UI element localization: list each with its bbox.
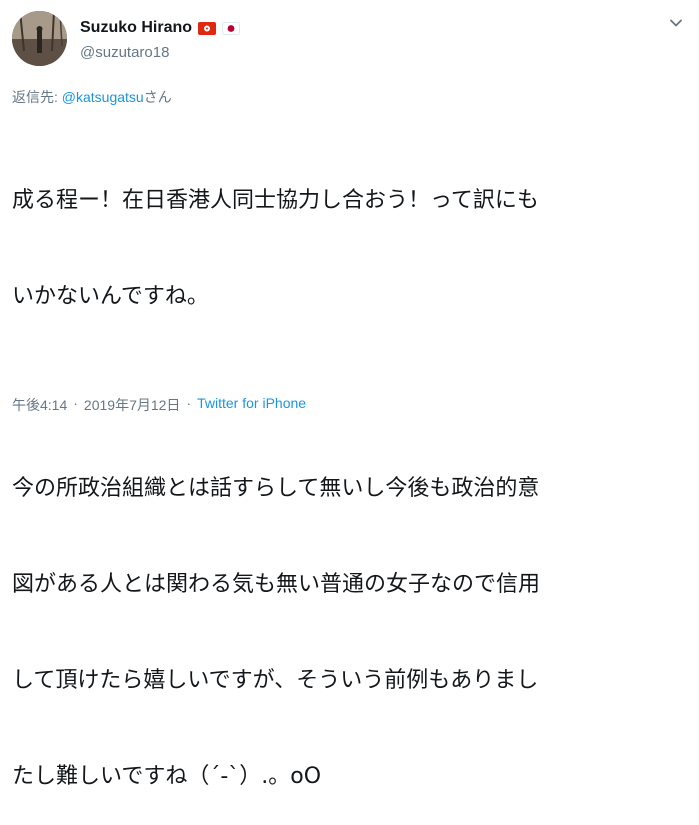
meta-separator: · <box>186 395 192 411</box>
name-row: Suzuko Hirano <box>80 19 241 37</box>
tweet-date[interactable]: 2019年7月12日 <box>84 395 181 415</box>
tweet-text: 成る程ー！在日香港人同士協力し合おう！って訳にも いかないんですね。 今の所政治… <box>12 121 692 825</box>
display-name[interactable]: Suzuko Hirano <box>80 19 192 37</box>
user-handle[interactable]: @suzutaro18 <box>80 44 169 61</box>
avatar[interactable] <box>12 11 67 66</box>
avatar-image <box>12 11 67 66</box>
reply-context: 返信先: @katsugatsuさん <box>12 87 172 107</box>
chevron-down-icon[interactable] <box>669 16 683 30</box>
tweet-line: たし難しいですね（´-`）.。oO <box>12 764 322 789</box>
tweet-line: 図がある人とは関わる気も無い普通の女子なので信用 <box>12 572 541 597</box>
reply-mention-link[interactable]: @katsugatsu <box>62 89 144 105</box>
tweet-line: 今の所政治組織とは話すらして無いし今後も政治的意 <box>12 476 540 501</box>
tweet-time[interactable]: 午後4:14 <box>12 395 67 415</box>
tweet-source-link[interactable]: Twitter for iPhone <box>197 395 306 415</box>
tweet-line: いかないんですね。 <box>12 284 209 309</box>
hong-kong-flag-icon <box>198 21 217 35</box>
reply-prefix: 返信先: <box>12 89 62 105</box>
reply-suffix: さん <box>143 89 172 105</box>
tweet-line: して頂けたら嬉しいですが、そういう前例もありまし <box>12 668 539 693</box>
tweet-meta: 午後4:14 · 2019年7月12日 · Twitter for iPhone <box>12 395 306 415</box>
meta-separator: · <box>73 395 78 411</box>
japan-flag-icon <box>222 21 241 35</box>
tweet-line: 成る程ー！在日香港人同士協力し合おう！って訳にも <box>12 188 539 213</box>
